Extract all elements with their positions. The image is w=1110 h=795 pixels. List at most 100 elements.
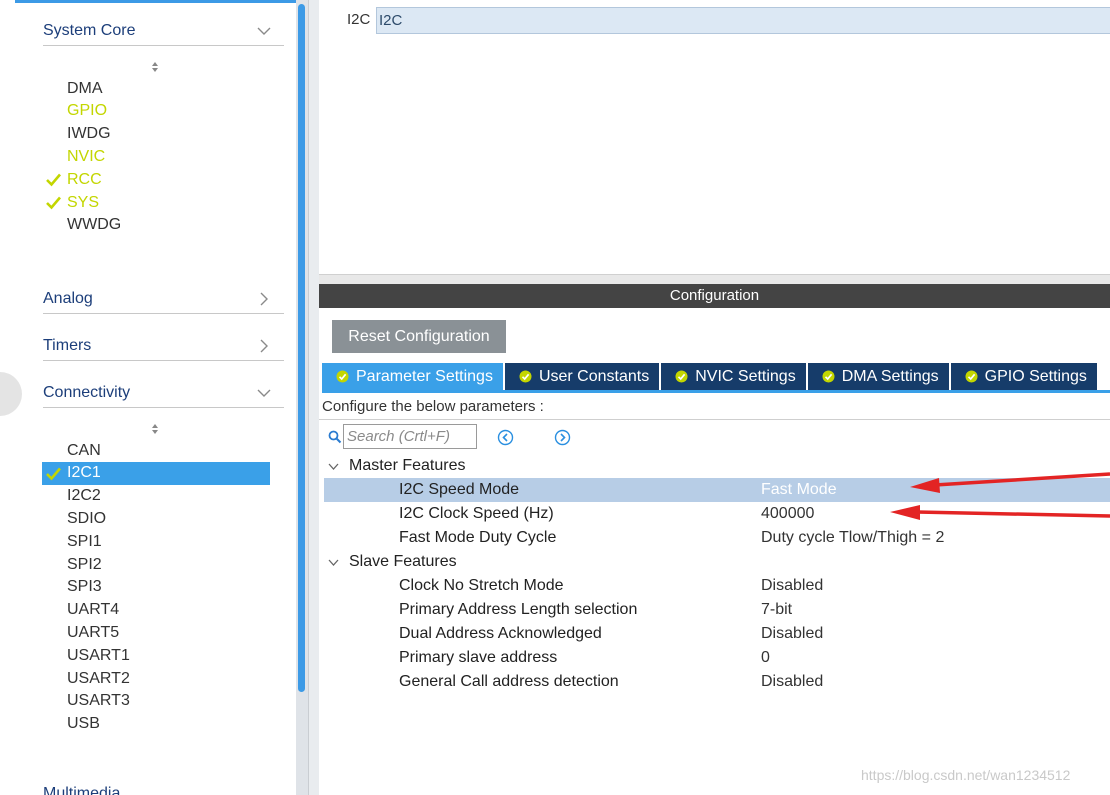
config-tabs: Parameter Settings User Constants NVIC Set… — [322, 363, 1110, 390]
param-value[interactable]: 0 — [761, 649, 770, 667]
sidebar-item-i2c1[interactable]: I2C1 — [42, 461, 270, 485]
sidebar-item-spi2[interactable]: SPI2 — [42, 553, 270, 576]
sidebar-item-wwdg[interactable]: WWDG — [42, 214, 270, 237]
sidebar-item-dma[interactable]: DMA — [42, 77, 270, 100]
tab-parameter-settings[interactable]: Parameter Settings — [322, 363, 505, 390]
param-name: I2C Speed Mode — [399, 481, 520, 498]
param-value[interactable]: Fast Mode — [761, 481, 837, 499]
sidebar-item-usart3[interactable]: USART3 — [42, 690, 270, 713]
category-label: Connectivity — [43, 383, 131, 401]
sidebar-item-label: USB — [67, 715, 100, 733]
sidebar-item-label: IWDG — [67, 125, 111, 143]
category-system-core[interactable]: System Core — [43, 16, 284, 46]
splitter[interactable] — [319, 274, 1110, 284]
sidebar-item-sdio[interactable]: SDIO — [42, 507, 270, 530]
tab-underline — [322, 390, 1110, 393]
circle-arrow-right-icon[interactable] — [554, 429, 571, 446]
sort-icon[interactable] — [148, 422, 162, 436]
param-value[interactable]: Disabled — [761, 673, 823, 691]
sidebar-item-label: SYS — [67, 193, 100, 211]
check-circle-icon — [519, 370, 532, 383]
category-label: System Core — [43, 21, 136, 39]
chevron-down-icon — [257, 389, 271, 397]
tab-dma-settings[interactable]: DMA Settings — [807, 363, 951, 390]
param-row[interactable]: Primary slave address 0 — [324, 646, 1110, 670]
configuration-header: Configuration — [319, 284, 1110, 308]
sidebar-item-uart4[interactable]: UART4 — [42, 599, 270, 622]
param-row[interactable]: I2C Speed Mode Fast Mode — [324, 478, 1110, 502]
param-value[interactable]: 400000 — [761, 505, 814, 523]
sidebar-item-spi1[interactable]: SPI1 — [42, 530, 270, 553]
sort-icon[interactable] — [148, 60, 162, 74]
sidebar-item-sys[interactable]: SYS — [42, 191, 270, 214]
param-row[interactable]: Clock No Stretch Mode Disabled — [324, 574, 1110, 598]
sidebar-item-label: SPI1 — [67, 532, 102, 550]
tab-nvic-settings[interactable]: NVIC Settings — [661, 363, 808, 390]
check-circle-icon — [336, 370, 349, 383]
search-icon — [328, 430, 342, 444]
sidebar-item-usart1[interactable]: USART1 — [42, 644, 270, 667]
sidebar-item-can[interactable]: CAN — [42, 439, 270, 462]
configure-hint: Configure the below parameters : — [322, 398, 544, 415]
category-timers[interactable]: Timers — [43, 331, 284, 361]
category-label: Analog — [43, 289, 93, 307]
param-name: Clock No Stretch Mode — [399, 577, 564, 594]
collapse-handle[interactable] — [0, 372, 22, 416]
group-slave-features[interactable]: Slave Features — [327, 553, 457, 571]
param-value[interactable]: Duty cycle Tlow/Thigh = 2 — [761, 529, 944, 547]
pane-divider[interactable] — [308, 0, 319, 795]
sidebar-item-label: USART3 — [67, 692, 130, 710]
sidebar-item-uart5[interactable]: UART5 — [42, 621, 270, 644]
sidebar-item-label: UART4 — [67, 601, 120, 619]
sidebar-item-label: RCC — [67, 170, 102, 188]
group-master-features[interactable]: Master Features — [327, 457, 465, 475]
watermark: https://blog.csdn.net/wan1234512 — [861, 767, 1071, 783]
param-row[interactable]: General Call address detection Disabled — [324, 670, 1110, 694]
tab-label: NVIC Settings — [695, 367, 796, 385]
category-connectivity[interactable]: Connectivity — [43, 378, 284, 408]
param-value[interactable]: 7-bit — [761, 601, 792, 619]
param-name: I2C Clock Speed (Hz) — [399, 505, 554, 522]
param-name: Dual Address Acknowledged — [399, 625, 602, 642]
divider — [319, 419, 1110, 420]
param-value[interactable]: Disabled — [761, 625, 823, 643]
sidebar-item-rcc[interactable]: RCC — [42, 168, 270, 191]
sidebar-item-gpio[interactable]: GPIO — [42, 100, 270, 123]
check-icon — [45, 465, 62, 482]
circle-arrow-left-icon[interactable] — [497, 429, 514, 446]
tab-user-constants[interactable]: User Constants — [504, 363, 662, 390]
param-row[interactable]: I2C Clock Speed (Hz) 400000 — [324, 502, 1110, 526]
sidebar-item-label: WWDG — [67, 216, 122, 234]
param-row[interactable]: Primary Address Length selection 7-bit — [324, 598, 1110, 622]
tab-gpio-settings[interactable]: GPIO Settings — [950, 363, 1099, 390]
mode-field[interactable] — [376, 7, 1110, 34]
category-analog[interactable]: Analog — [43, 284, 284, 314]
chevron-down-icon — [257, 27, 271, 35]
sidebar-item-spi3[interactable]: SPI3 — [42, 576, 270, 599]
param-value[interactable]: Disabled — [761, 577, 823, 595]
search-input[interactable] — [343, 424, 477, 449]
chevron-right-icon — [260, 339, 268, 352]
check-circle-icon — [675, 370, 688, 383]
reset-configuration-button[interactable]: Reset Configuration — [332, 320, 506, 353]
sidebar-item-label: DMA — [67, 79, 103, 97]
sidebar-scrollbar-thumb[interactable] — [298, 4, 305, 692]
tab-label: DMA Settings — [841, 367, 939, 385]
category-multimedia[interactable]: Multimedia — [43, 785, 284, 795]
sidebar-item-usart2[interactable]: USART2 — [42, 667, 270, 690]
param-row[interactable]: Dual Address Acknowledged Disabled — [324, 622, 1110, 646]
chevron-down-icon — [328, 559, 339, 566]
sidebar-top-strip — [15, 0, 296, 3]
sidebar-item-i2c2[interactable]: I2C2 — [42, 485, 270, 508]
sidebar-item-label: I2C1 — [67, 464, 101, 482]
sidebar-item-iwdg[interactable]: IWDG — [42, 123, 270, 146]
category-label: Timers — [43, 336, 92, 354]
sidebar-item-label: USART1 — [67, 646, 130, 664]
category-label: Multimedia — [43, 785, 121, 795]
sidebar-item-nvic[interactable]: NVIC — [42, 145, 270, 168]
param-row[interactable]: Fast Mode Duty Cycle Duty cycle Tlow/Thig… — [324, 526, 1110, 550]
sidebar-item-label: USART2 — [67, 669, 130, 687]
sidebar-item-usb[interactable]: USB — [42, 713, 270, 736]
group-label: Master Features — [349, 457, 466, 474]
sidebar-item-label: SPI2 — [67, 555, 102, 573]
